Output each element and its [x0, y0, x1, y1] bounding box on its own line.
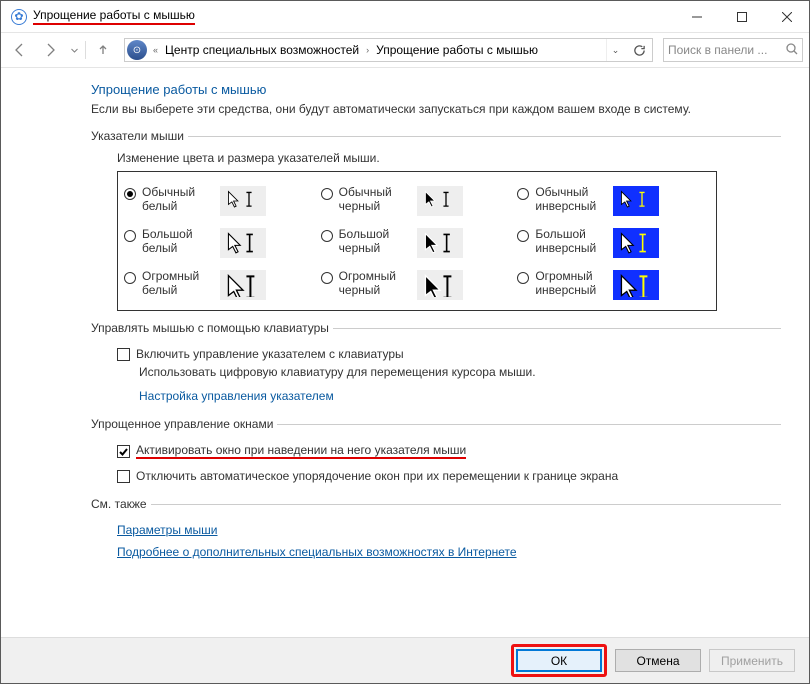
link-mouse-params[interactable]: Параметры мыши [117, 519, 781, 541]
pointer-preview-icon [417, 270, 463, 300]
forward-button[interactable] [37, 37, 63, 63]
radio-icon [321, 230, 333, 242]
pointer-option[interactable]: Большойчерный [319, 222, 516, 264]
checkbox-disable-snap[interactable]: Отключить автоматическое упорядочение ок… [117, 469, 781, 483]
breadcrumb[interactable]: ⊙ « Центр специальных возможностей › Упр… [124, 38, 653, 62]
group-windows: Упрощенное управление окнами Активироват… [91, 417, 781, 487]
pointer-option[interactable]: Обычныйинверсный [515, 180, 712, 222]
pointer-option-label: Большойчерный [339, 228, 411, 256]
content: Упрощение работы с мышью Если вы выберет… [1, 68, 809, 637]
pointer-option-label: Обычныйбелый [142, 186, 214, 214]
up-button[interactable] [90, 37, 116, 63]
pointer-option-label: Обычныйчерный [339, 186, 411, 214]
search-icon [786, 43, 798, 58]
link-pointer-settings[interactable]: Настройка управления указателем [139, 385, 781, 407]
apply-button[interactable]: Применить [709, 649, 795, 672]
checkbox-activate-on-hover[interactable]: Активировать окно при наведении на него … [117, 443, 781, 459]
pointer-option-label: Обычныйинверсный [535, 186, 607, 214]
legend-keyboard: Управлять мышью с помощью клавиатуры [91, 321, 333, 335]
pointer-option[interactable]: Огромныйбелый [122, 264, 319, 306]
page-intro: Если вы выберете эти средства, они будут… [91, 101, 781, 117]
legend-seealso: См. также [91, 497, 151, 511]
close-button[interactable] [764, 1, 809, 32]
pointers-caption: Изменение цвета и размера указателей мыш… [117, 151, 781, 165]
pointer-option[interactable]: Обычныйчерный [319, 180, 516, 222]
breadcrumb-1[interactable]: Центр специальных возможностей [162, 43, 362, 57]
pointer-options-grid: Обычныйбелый Обычныйчерный Обычныйинверс… [117, 171, 717, 311]
cancel-button[interactable]: Отмена [615, 649, 701, 672]
window: ✿ Упрощение работы с мышью ⊙ « Центр спе… [0, 0, 810, 684]
radio-icon [124, 272, 136, 284]
breadcrumb-chevrons: « [151, 45, 160, 55]
radio-icon [517, 272, 529, 284]
pointer-option[interactable]: Большойинверсный [515, 222, 712, 264]
pointer-option-label: Большойинверсный [535, 228, 607, 256]
maximize-button[interactable] [719, 1, 764, 32]
pointer-option[interactable]: Огромныйинверсный [515, 264, 712, 306]
page-title: Упрощение работы с мышью [91, 82, 781, 97]
group-pointers: Указатели мыши Изменение цвета и размера… [91, 129, 781, 311]
refresh-button[interactable] [628, 39, 650, 61]
pointer-preview-icon [417, 186, 463, 216]
link-more-accessibility[interactable]: Подробнее о дополнительных специальных в… [117, 541, 781, 563]
recent-dropdown[interactable] [67, 37, 81, 63]
group-seealso: См. также Параметры мыши Подробнее о доп… [91, 497, 781, 563]
checkbox-keyboard-control[interactable]: Включить управление указателем с клавиат… [117, 347, 781, 361]
radio-icon [517, 230, 529, 242]
path-dropdown-icon[interactable]: ⌄ [606, 39, 624, 61]
keyboard-note: Использовать цифровую клавиатуру для пер… [139, 365, 781, 379]
pointer-option[interactable]: Огромныйчерный [319, 264, 516, 306]
titlebar: ✿ Упрощение работы с мышью [1, 1, 809, 32]
search-input[interactable]: Поиск в панели ... [663, 38, 803, 62]
chevron-right-icon: › [364, 45, 371, 55]
checkbox-activate-label: Активировать окно при наведении на него … [136, 443, 466, 459]
radio-icon [124, 230, 136, 242]
ok-button[interactable]: ОК [516, 649, 602, 672]
pointer-preview-icon [613, 270, 659, 300]
radio-icon [517, 188, 529, 200]
pointer-preview-icon [220, 228, 266, 258]
group-keyboard: Управлять мышью с помощью клавиатуры Вкл… [91, 321, 781, 407]
app-icon: ✿ [11, 9, 27, 25]
legend-pointers: Указатели мыши [91, 129, 188, 143]
pointer-preview-icon [220, 186, 266, 216]
checkbox-snap-label: Отключить автоматическое упорядочение ок… [136, 469, 618, 483]
minimize-button[interactable] [674, 1, 719, 32]
pointer-preview-icon [417, 228, 463, 258]
pointer-preview-icon [220, 270, 266, 300]
pointer-preview-icon [613, 228, 659, 258]
radio-icon [321, 188, 333, 200]
window-title: Упрощение работы с мышью [33, 8, 195, 25]
pointer-option[interactable]: Большойбелый [122, 222, 319, 264]
pointer-option-label: Огромныйчерный [339, 270, 411, 298]
button-bar: ОК Отмена Применить [1, 637, 809, 683]
annotation-ok-highlight: ОК [511, 644, 607, 677]
pointer-option-label: Огромныйинверсный [535, 270, 607, 298]
search-placeholder: Поиск в панели ... [668, 43, 767, 57]
navbar: ⊙ « Центр специальных возможностей › Упр… [1, 32, 809, 68]
breadcrumb-2[interactable]: Упрощение работы с мышью [373, 43, 541, 57]
legend-windows: Упрощенное управление окнами [91, 417, 277, 431]
back-button[interactable] [7, 37, 33, 63]
pointer-preview-icon [613, 186, 659, 216]
pointer-option-label: Большойбелый [142, 228, 214, 256]
radio-icon [321, 272, 333, 284]
radio-icon [124, 188, 136, 200]
cpl-icon: ⊙ [127, 40, 147, 60]
checkbox-keyboard-label: Включить управление указателем с клавиат… [136, 347, 404, 361]
pointer-option[interactable]: Обычныйбелый [122, 180, 319, 222]
pointer-option-label: Огромныйбелый [142, 270, 214, 298]
